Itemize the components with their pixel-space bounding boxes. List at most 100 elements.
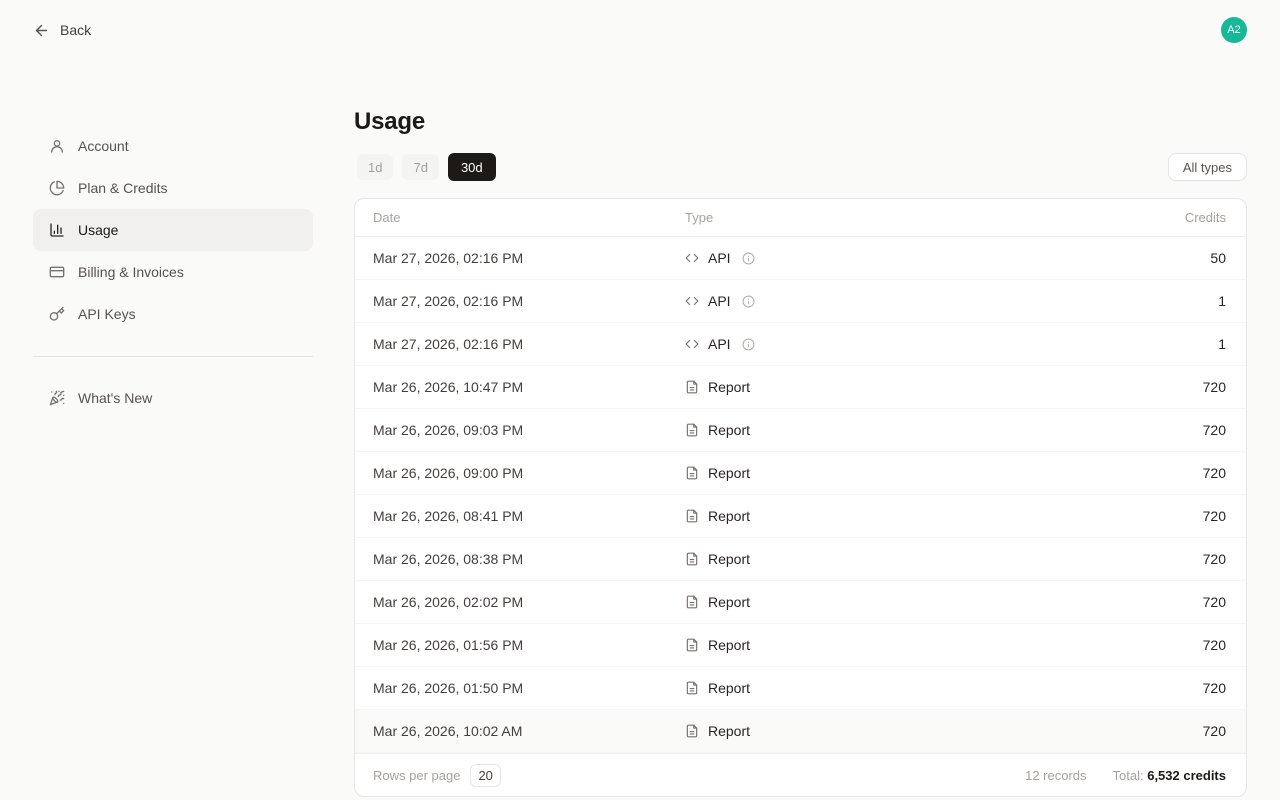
cell-type: API: [685, 336, 1086, 352]
file-icon: [685, 638, 699, 652]
cell-credits: 1: [1086, 293, 1246, 309]
table-row[interactable]: Mar 26, 2026, 02:02 PM Report 720: [355, 581, 1246, 624]
all-types-button[interactable]: All types: [1168, 153, 1247, 181]
table-body: Mar 27, 2026, 02:16 PM API 50 Mar 27, 20…: [355, 237, 1246, 753]
type-label: Report: [708, 422, 750, 438]
cell-date: Mar 27, 2026, 02:16 PM: [355, 293, 685, 309]
type-label: Report: [708, 465, 750, 481]
total-label: Total:: [1113, 768, 1144, 783]
table-row[interactable]: Mar 26, 2026, 08:38 PM Report 720: [355, 538, 1246, 581]
cell-date: Mar 26, 2026, 08:38 PM: [355, 551, 685, 567]
sidebar-item-plan-credits[interactable]: Plan & Credits: [33, 167, 313, 209]
user-icon: [49, 138, 65, 154]
info-icon[interactable]: [742, 338, 755, 351]
cell-date: Mar 26, 2026, 09:03 PM: [355, 422, 685, 438]
table-row[interactable]: Mar 27, 2026, 02:16 PM API 50: [355, 237, 1246, 280]
total-credits: Total: 6,532 credits: [1113, 768, 1226, 783]
key-icon: [49, 306, 65, 322]
sidebar-item-usage[interactable]: Usage: [33, 209, 313, 251]
file-icon: [685, 423, 699, 437]
cell-type: Report: [685, 465, 1086, 481]
back-button[interactable]: Back: [33, 22, 91, 39]
file-icon: [685, 595, 699, 609]
sidebar-item-label: API Keys: [78, 306, 136, 322]
table-row[interactable]: Mar 26, 2026, 01:50 PM Report 720: [355, 667, 1246, 710]
cell-credits: 720: [1086, 723, 1246, 739]
cell-type: Report: [685, 551, 1086, 567]
type-label: Report: [708, 508, 750, 524]
cell-date: Mar 27, 2026, 02:16 PM: [355, 336, 685, 352]
arrow-left-icon: [33, 22, 50, 39]
cell-date: Mar 26, 2026, 01:50 PM: [355, 680, 685, 696]
cell-type: Report: [685, 508, 1086, 524]
file-icon: [685, 552, 699, 566]
sidebar: Account Plan & Credits Usage Billing & I…: [33, 125, 313, 419]
cell-type: Report: [685, 594, 1086, 610]
cell-credits: 720: [1086, 465, 1246, 481]
cell-type: API: [685, 293, 1086, 309]
range-button-7d[interactable]: 7d: [402, 154, 438, 180]
sidebar-divider: [33, 356, 313, 357]
cell-date: Mar 26, 2026, 10:47 PM: [355, 379, 685, 395]
cell-date: Mar 26, 2026, 10:02 AM: [355, 723, 685, 739]
date-range-group: 1d 7d 30d: [357, 153, 496, 181]
filter-controls: 1d 7d 30d All types: [354, 153, 1247, 181]
type-label: Report: [708, 594, 750, 610]
info-icon[interactable]: [742, 295, 755, 308]
back-label: Back: [60, 22, 91, 38]
column-header-type: Type: [685, 210, 1086, 225]
type-label: API: [708, 336, 731, 352]
type-label: Report: [708, 680, 750, 696]
info-icon[interactable]: [742, 252, 755, 265]
rows-per-page: Rows per page 20: [373, 764, 501, 787]
total-value: 6,532 credits: [1147, 768, 1226, 783]
cell-credits: 720: [1086, 594, 1246, 610]
column-header-credits: Credits: [1086, 210, 1246, 225]
cell-credits: 720: [1086, 680, 1246, 696]
records-count: 12 records: [1025, 768, 1086, 783]
sidebar-item-label: What's New: [78, 390, 152, 406]
cell-credits: 720: [1086, 637, 1246, 653]
table-row[interactable]: Mar 26, 2026, 01:56 PM Report 720: [355, 624, 1246, 667]
sidebar-item-label: Usage: [78, 222, 118, 238]
cell-type: API: [685, 250, 1086, 266]
table-row[interactable]: Mar 26, 2026, 10:02 AM Report 720: [355, 710, 1246, 753]
rows-per-page-select[interactable]: 20: [470, 764, 500, 787]
cell-credits: 720: [1086, 508, 1246, 524]
code-icon: [685, 294, 699, 308]
code-icon: [685, 251, 699, 265]
sidebar-item-api-keys[interactable]: API Keys: [33, 293, 313, 335]
range-button-1d[interactable]: 1d: [357, 154, 393, 180]
table-row[interactable]: Mar 26, 2026, 09:00 PM Report 720: [355, 452, 1246, 495]
table-row[interactable]: Mar 26, 2026, 09:03 PM Report 720: [355, 409, 1246, 452]
cell-date: Mar 26, 2026, 02:02 PM: [355, 594, 685, 610]
table-row[interactable]: Mar 26, 2026, 08:41 PM Report 720: [355, 495, 1246, 538]
cell-type: Report: [685, 680, 1086, 696]
sidebar-item-label: Plan & Credits: [78, 180, 167, 196]
cell-credits: 50: [1086, 250, 1246, 266]
type-label: API: [708, 250, 731, 266]
cell-date: Mar 26, 2026, 09:00 PM: [355, 465, 685, 481]
cell-type: Report: [685, 379, 1086, 395]
file-icon: [685, 724, 699, 738]
range-button-30d[interactable]: 30d: [448, 153, 496, 181]
file-icon: [685, 466, 699, 480]
credit-card-icon: [49, 264, 65, 280]
type-label: Report: [708, 379, 750, 395]
table-row[interactable]: Mar 27, 2026, 02:16 PM API 1: [355, 323, 1246, 366]
sidebar-item-billing-invoices[interactable]: Billing & Invoices: [33, 251, 313, 293]
type-label: Report: [708, 723, 750, 739]
cell-type: Report: [685, 422, 1086, 438]
sidebar-item-whats-new[interactable]: What's New: [33, 377, 313, 419]
type-label: Report: [708, 551, 750, 567]
column-header-date: Date: [355, 210, 685, 225]
page-title: Usage: [354, 108, 1247, 136]
sidebar-item-label: Account: [78, 138, 129, 154]
table-row[interactable]: Mar 27, 2026, 02:16 PM API 1: [355, 280, 1246, 323]
file-icon: [685, 681, 699, 695]
sidebar-item-account[interactable]: Account: [33, 125, 313, 167]
file-icon: [685, 380, 699, 394]
cell-date: Mar 26, 2026, 08:41 PM: [355, 508, 685, 524]
table-row[interactable]: Mar 26, 2026, 10:47 PM Report 720: [355, 366, 1246, 409]
cell-date: Mar 26, 2026, 01:56 PM: [355, 637, 685, 653]
